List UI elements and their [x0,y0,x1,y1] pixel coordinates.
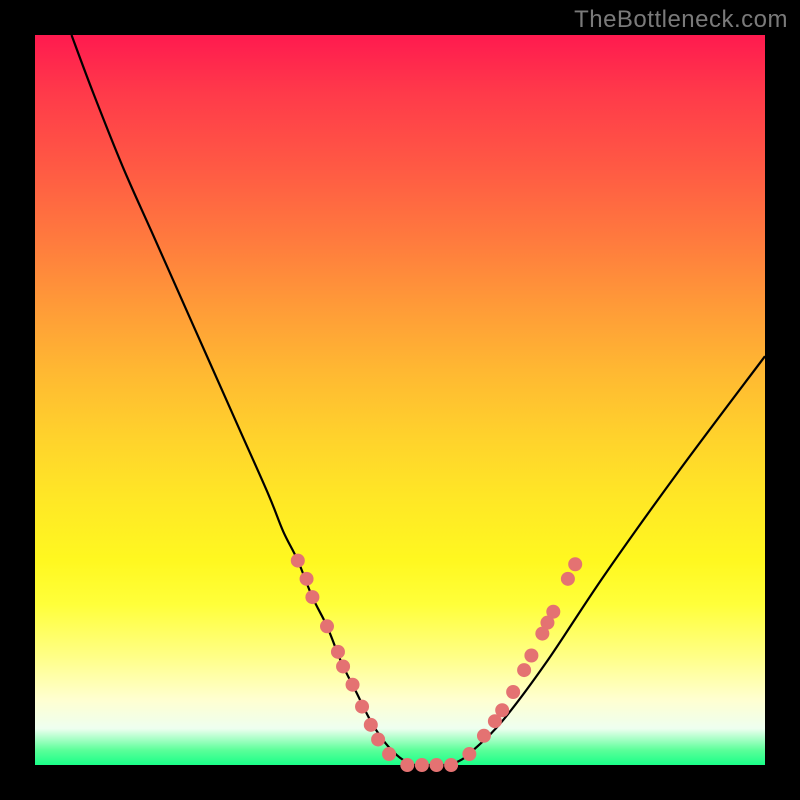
chart-frame: TheBottleneck.com [0,0,800,800]
data-marker [355,700,369,714]
data-marker [400,758,414,772]
data-marker [371,732,385,746]
data-marker [346,678,360,692]
data-marker [382,747,396,761]
data-marker [495,703,509,717]
data-marker [506,685,520,699]
bottleneck-curve-path [72,35,766,766]
data-marker [430,758,444,772]
watermark-text: TheBottleneck.com [574,6,788,34]
data-marker [444,758,458,772]
data-markers [291,554,582,772]
data-marker [462,747,476,761]
data-marker [336,659,350,673]
data-marker [364,718,378,732]
data-marker [568,557,582,571]
data-marker [546,605,560,619]
data-marker [524,649,538,663]
data-marker [305,590,319,604]
data-marker [291,554,305,568]
bottleneck-curve [72,35,766,766]
data-marker [561,572,575,586]
data-marker [517,663,531,677]
data-marker [320,619,334,633]
data-marker [300,572,314,586]
data-marker [331,645,345,659]
chart-overlay [0,0,800,800]
data-marker [415,758,429,772]
data-marker [477,729,491,743]
